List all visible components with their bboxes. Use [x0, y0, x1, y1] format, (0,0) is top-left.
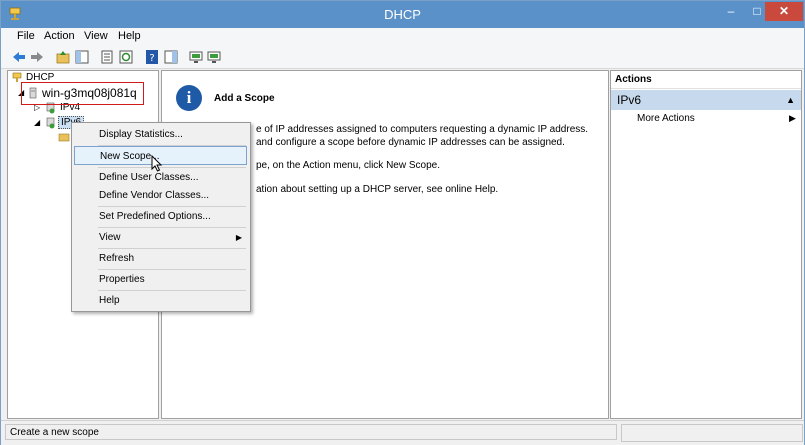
add-scope-line-2: and configure a scope before dynamic IP … — [256, 137, 565, 148]
server-monitor-icon[interactable] — [206, 49, 222, 65]
menu-item-set-predefined-options[interactable]: Set Predefined Options... — [72, 207, 250, 226]
close-button[interactable]: ✕ — [765, 2, 803, 21]
help-icon[interactable]: ? — [144, 49, 160, 65]
up-folder-icon[interactable] — [55, 49, 71, 65]
add-scope-title: Add a Scope — [214, 93, 275, 104]
mmc-window: DHCP – □ ✕ File Action View Help ? DHCP … — [0, 0, 805, 445]
actions-pane: Actions IPv6 ▲ More Actions ▶ — [610, 70, 802, 419]
actions-ipv6-section[interactable]: IPv6 ▲ — [611, 90, 801, 110]
toolbar: ? — [1, 46, 804, 69]
menu-help[interactable]: Help — [118, 30, 141, 42]
server-status-icon[interactable] — [188, 49, 204, 65]
collapse-triangle-icon[interactable]: ▲ — [786, 90, 795, 110]
ipv6-icon — [46, 117, 55, 129]
menu-item-display-statistics[interactable]: Display Statistics... — [72, 125, 250, 144]
menu-file[interactable]: File — [17, 30, 35, 42]
back-arrow-icon[interactable] — [11, 49, 27, 65]
server-options-folder-icon[interactable] — [58, 131, 70, 143]
svg-text:?: ? — [149, 53, 154, 64]
actions-ipv6-label: IPv6 — [617, 93, 642, 107]
window-title: DHCP — [384, 7, 421, 22]
submenu-arrow-icon[interactable]: ▶ — [789, 113, 796, 124]
minimize-button[interactable]: – — [718, 2, 744, 21]
title-bar: DHCP – □ ✕ — [1, 1, 804, 28]
add-scope-line-1: e of IP addresses assigned to computers … — [256, 124, 589, 135]
server-name-highlight-box — [21, 82, 144, 105]
show-hide-tree-icon[interactable] — [74, 49, 90, 65]
menu-item-properties[interactable]: Properties — [72, 270, 250, 289]
submenu-arrow-icon: ▶ — [235, 233, 242, 242]
status-bar: Create a new scope — [1, 420, 804, 445]
show-action-pane-icon[interactable] — [163, 49, 179, 65]
menu-action[interactable]: Action — [44, 30, 75, 42]
menu-bar: File Action View Help — [1, 28, 804, 46]
menu-item-help[interactable]: Help — [72, 291, 250, 310]
properties-icon[interactable] — [99, 49, 115, 65]
actions-header: Actions — [611, 71, 801, 89]
add-scope-line-4: ation about setting up a DHCP server, se… — [256, 184, 499, 195]
expand-ipv6-chevron-icon[interactable]: ◢ — [34, 118, 40, 127]
menu-view[interactable]: View — [84, 30, 108, 42]
menu-item-view[interactable]: View ▶ — [72, 228, 250, 247]
menu-item-define-vendor-classes[interactable]: Define Vendor Classes... — [72, 186, 250, 205]
info-icon: i — [176, 85, 202, 111]
status-text: Create a new scope — [5, 424, 617, 440]
refresh-icon[interactable] — [118, 49, 134, 65]
context-menu: Display Statistics... New Scope... Defin… — [71, 122, 251, 312]
forward-arrow-icon[interactable] — [29, 49, 45, 65]
more-actions-link[interactable]: More Actions — [637, 113, 695, 124]
menu-item-refresh[interactable]: Refresh — [72, 249, 250, 268]
menu-item-view-label: View — [99, 232, 121, 243]
mouse-cursor-icon — [151, 155, 163, 172]
status-panel — [621, 424, 803, 442]
add-scope-line-3: pe, on the Action menu, click New Scope. — [256, 160, 440, 171]
